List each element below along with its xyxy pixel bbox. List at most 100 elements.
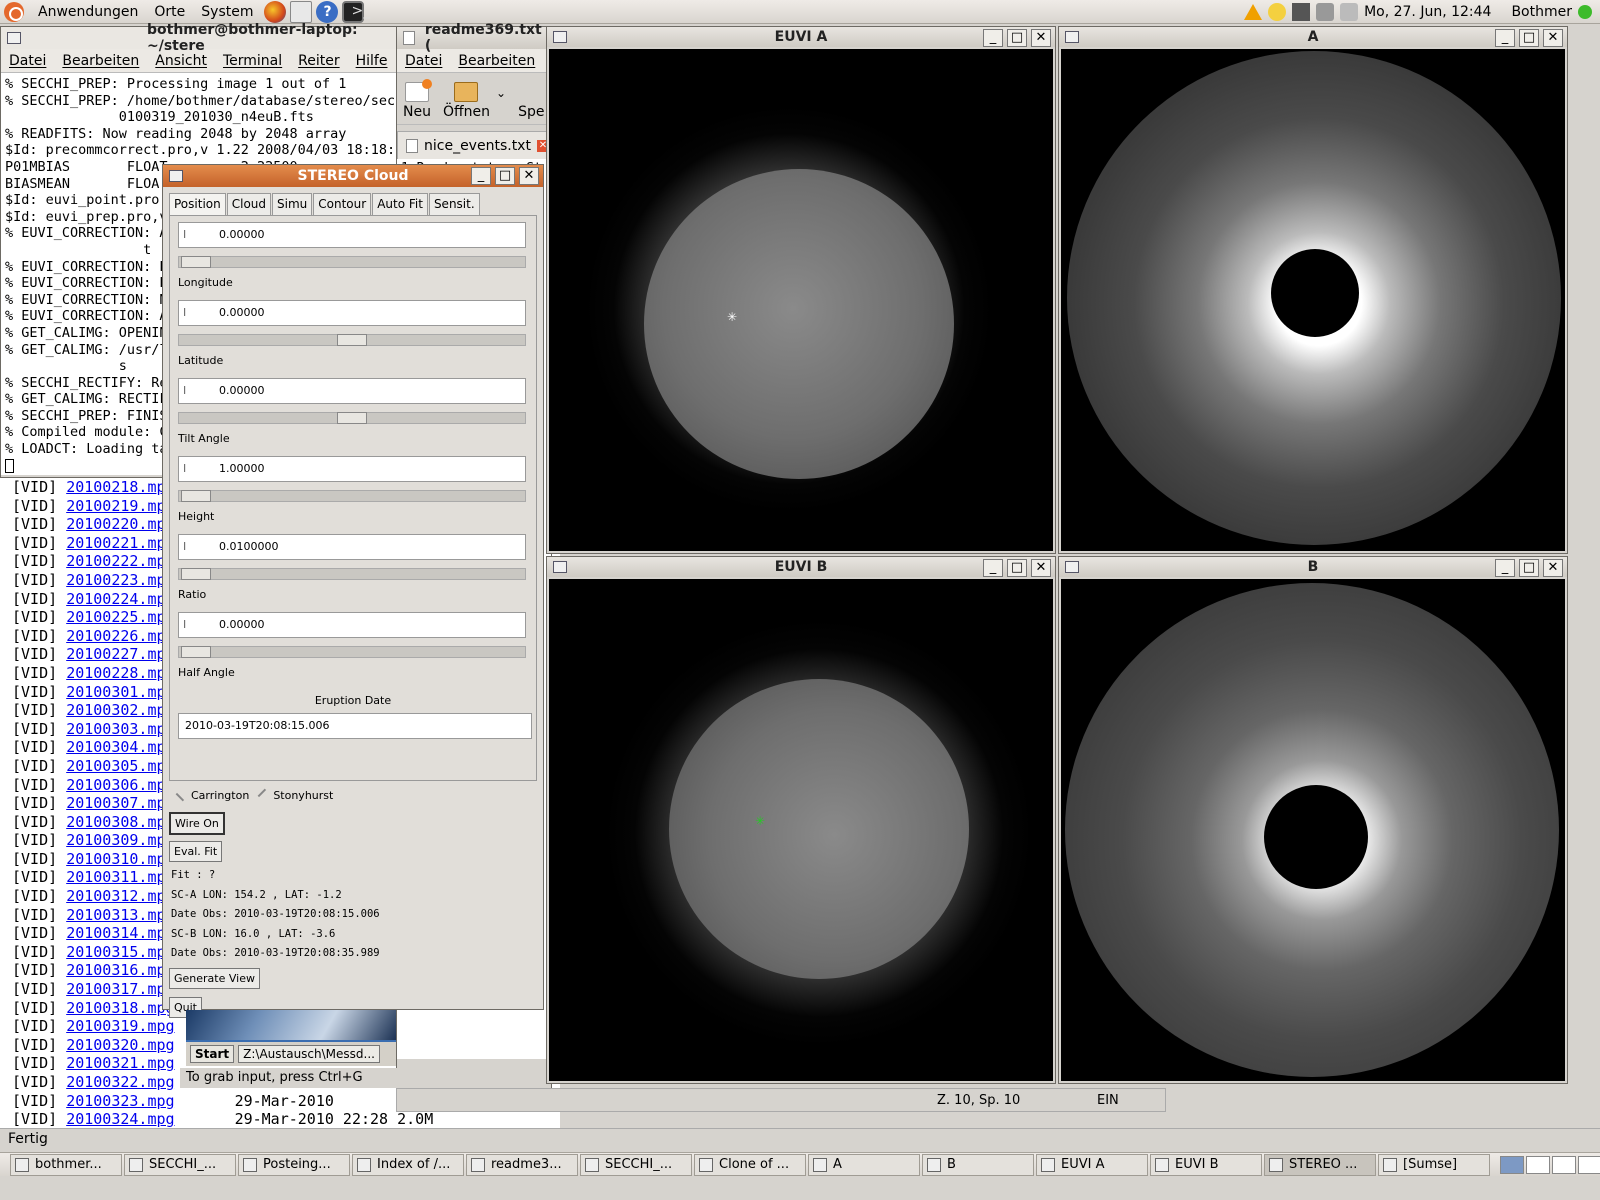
gedit-menu-edit[interactable]: Bearbeiten	[450, 53, 543, 69]
taskbar-item[interactable]: SECCHI_...	[580, 1153, 692, 1176]
workspace-1[interactable]	[1500, 1155, 1524, 1174]
eruption-date-input[interactable]: 2010-03-19T20:08:15.006	[178, 713, 532, 739]
stereo-cloud-titlebar[interactable]: STEREO Cloud _ □ ✕	[163, 165, 543, 187]
mail-launcher-icon[interactable]	[289, 0, 312, 23]
maximize-button[interactable]: □	[1007, 559, 1027, 577]
minimize-button[interactable]: _	[1495, 29, 1515, 47]
file-link[interactable]: 20100221.mpg	[66, 534, 174, 552]
terminal-menu-help[interactable]: Hilfe	[348, 53, 396, 69]
cor-a-titlebar[interactable]: A _ □ ✕	[1059, 27, 1567, 47]
slider-thumb[interactable]	[181, 490, 211, 502]
file-link[interactable]: 20100314.mpg	[66, 924, 174, 942]
close-button[interactable]: ✕	[1031, 29, 1051, 47]
cor-a-image[interactable]	[1061, 49, 1565, 551]
minimize-button[interactable]: _	[471, 167, 491, 185]
window-menu-icon[interactable]	[553, 561, 567, 573]
file-link[interactable]: 20100308.mpg	[66, 813, 174, 831]
menu-system[interactable]: System	[193, 4, 261, 20]
file-link[interactable]: 20100220.mpg	[66, 515, 174, 533]
terminal-menu-edit[interactable]: Bearbeiten	[54, 53, 147, 69]
menu-places[interactable]: Orte	[146, 4, 193, 20]
maximize-button[interactable]: □	[1007, 29, 1027, 47]
file-link[interactable]: 20100218.mpg	[66, 478, 174, 496]
taskbar-item[interactable]: Index of /...	[352, 1153, 464, 1176]
taskbar-item[interactable]: A	[808, 1153, 920, 1176]
cor-b-titlebar[interactable]: B _ □ ✕	[1059, 557, 1567, 577]
file-link[interactable]: 20100322.mpg	[66, 1073, 174, 1091]
file-link[interactable]: 20100301.mpg	[66, 683, 174, 701]
taskbar-item[interactable]: B	[922, 1153, 1034, 1176]
menu-applications[interactable]: Anwendungen	[30, 4, 146, 20]
file-link[interactable]: 20100305.mpg	[66, 757, 174, 775]
clock[interactable]: Mo, 27. Jun, 12:44	[1364, 4, 1491, 20]
gedit-menu-file[interactable]: Datei	[397, 53, 450, 69]
radio-stonyhurst[interactable]: Stonyhurst	[257, 788, 333, 802]
file-link[interactable]: 20100228.mpg	[66, 664, 174, 682]
gedit-titlebar[interactable]: readme369.txt (	[397, 22, 551, 54]
tab-contour[interactable]: Contour	[313, 193, 372, 215]
slider-thumb[interactable]	[337, 334, 367, 346]
param-slider[interactable]	[178, 412, 526, 424]
euvi-a-image[interactable]: ✳	[549, 49, 1053, 551]
file-link[interactable]: 20100323.mpg	[66, 1092, 174, 1110]
file-link[interactable]: 20100316.mpg	[66, 961, 174, 979]
param-input[interactable]: 0.00000	[178, 300, 526, 326]
status-online-icon[interactable]	[1578, 5, 1592, 19]
terminal-menu-tabs[interactable]: Reiter	[290, 53, 347, 69]
file-link[interactable]: 20100227.mpg	[66, 645, 174, 663]
tab-sensit[interactable]: Sensit.	[428, 193, 480, 215]
param-input[interactable]: 0.00000	[178, 378, 526, 404]
ubuntu-logo-icon[interactable]	[4, 1, 24, 22]
file-link[interactable]: 20100321.mpg	[66, 1054, 174, 1072]
param-slider[interactable]	[178, 568, 526, 580]
taskbar-item[interactable]: STEREO ...	[1264, 1153, 1376, 1176]
taskbar-item[interactable]: Clone of ...	[694, 1153, 806, 1176]
taskbar-item[interactable]: Posteing...	[238, 1153, 350, 1176]
tab-cloud[interactable]: Cloud	[226, 193, 272, 215]
warning-icon[interactable]	[1244, 4, 1263, 20]
network-icon[interactable]	[1292, 3, 1311, 21]
file-link[interactable]: 20100311.mpg	[66, 868, 174, 886]
file-link[interactable]: 20100302.mpg	[66, 701, 174, 719]
terminal-titlebar[interactable]: bothmer@bothmer-laptop: ~/stere	[1, 22, 397, 54]
param-slider[interactable]	[178, 256, 526, 268]
taskbar-item[interactable]: bothmer...	[10, 1153, 122, 1176]
workspace-4[interactable]	[1578, 1155, 1600, 1174]
file-link[interactable]: 20100307.mpg	[66, 794, 174, 812]
file-link[interactable]: 20100224.mpg	[66, 590, 174, 608]
file-link[interactable]: 20100223.mpg	[66, 571, 174, 589]
workspace-3[interactable]	[1552, 1155, 1576, 1174]
xp-explorer-task[interactable]: Z:\Austausch\Messd...	[238, 1045, 380, 1063]
save-button[interactable]: Spe	[518, 82, 544, 120]
minimize-button[interactable]: _	[983, 29, 1003, 47]
tab-simu[interactable]: Simu	[272, 193, 313, 215]
file-link[interactable]: 20100318.mpg	[66, 999, 174, 1017]
file-link[interactable]: 20100225.mpg	[66, 608, 174, 626]
volume-icon[interactable]	[1340, 3, 1359, 21]
file-link[interactable]: 20100310.mpg	[66, 850, 174, 868]
euvi-a-titlebar[interactable]: EUVI A _ □ ✕	[547, 27, 1055, 47]
slider-thumb[interactable]	[337, 412, 367, 424]
minimize-button[interactable]: _	[983, 559, 1003, 577]
file-link[interactable]: 20100309.mpg	[66, 831, 174, 849]
taskbar-item[interactable]: [Sumse]	[1378, 1153, 1490, 1176]
euvi-b-image[interactable]: ✳	[549, 579, 1053, 1081]
euvi-b-titlebar[interactable]: EUVI B _ □ ✕	[547, 557, 1055, 577]
param-slider[interactable]	[178, 334, 526, 346]
tab-position[interactable]: Position	[169, 193, 226, 215]
file-link[interactable]: 20100319.mpg	[66, 1017, 174, 1035]
file-link[interactable]: 20100313.mpg	[66, 906, 174, 924]
close-button[interactable]: ✕	[1543, 29, 1563, 47]
taskbar-item[interactable]: EUVI A	[1036, 1153, 1148, 1176]
terminal-menu-file[interactable]: Datei	[1, 53, 54, 69]
close-button[interactable]: ✕	[1543, 559, 1563, 577]
radio-carrington[interactable]: Carrington	[175, 788, 249, 802]
tab-auto-fit[interactable]: Auto Fit	[372, 193, 428, 215]
minimize-button[interactable]: _	[1495, 559, 1515, 577]
help-launcher-icon[interactable]: ?	[315, 0, 338, 23]
firefox-launcher-icon[interactable]	[263, 0, 286, 23]
terminal-launcher-icon[interactable]: >_	[341, 0, 370, 23]
param-slider[interactable]	[178, 490, 526, 502]
terminal-window-menu-icon[interactable]	[7, 32, 21, 44]
file-link[interactable]: 20100306.mpg	[66, 776, 174, 794]
